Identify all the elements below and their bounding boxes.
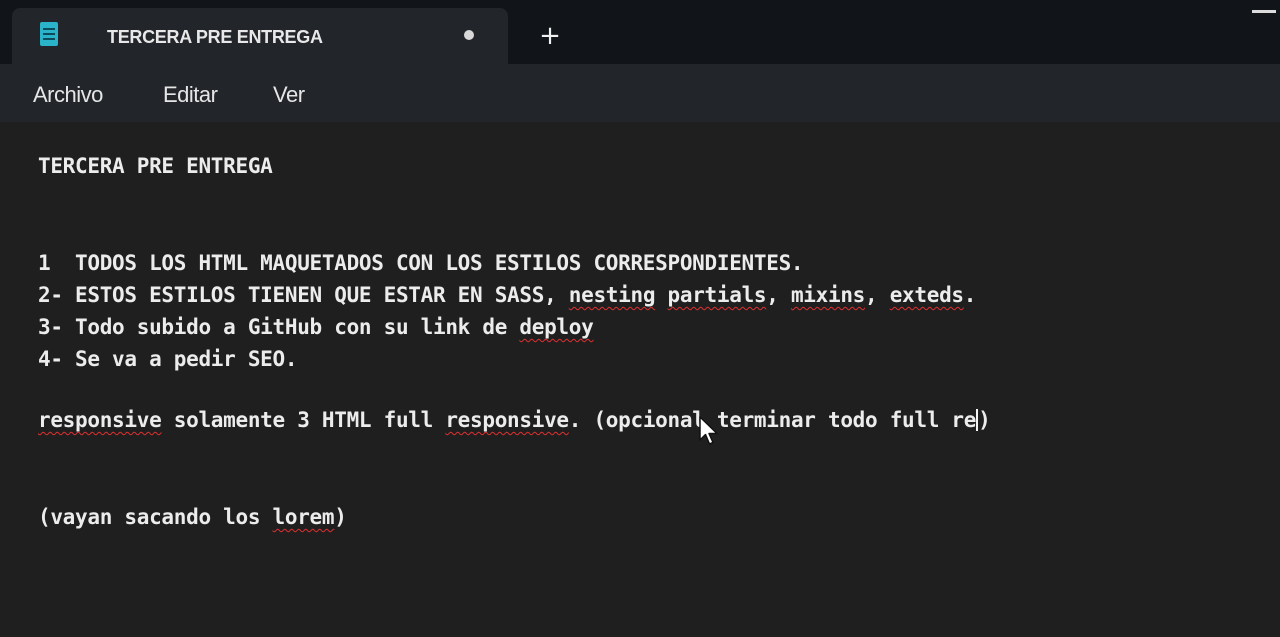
responsive-text-end: ) <box>978 408 991 432</box>
responsive-text: . (opcional terminar todo full re <box>568 408 977 432</box>
item2-space <box>655 283 667 307</box>
misspelled-nesting: nesting <box>568 283 656 307</box>
notepad-window: TERCERA PRE ENTREGA + Archivo Editar Ver… <box>0 0 1280 637</box>
minimize-icon[interactable] <box>1252 10 1276 13</box>
menu-editar[interactable]: Editar <box>163 82 218 108</box>
item2-comma: , <box>766 283 791 307</box>
menu-archivo[interactable]: Archivo <box>33 82 103 108</box>
text-editor[interactable]: TERCERA PRE ENTREGA 1 TODOS LOS HTML MAQ… <box>0 122 1280 637</box>
title-bar: TERCERA PRE ENTREGA + <box>0 0 1280 64</box>
misspelled-mixins: mixins <box>790 283 866 307</box>
misspelled-exteds: exteds <box>889 283 964 307</box>
item2-period: . <box>963 283 977 307</box>
line-responsive: responsive solamente 3 HTML full respons… <box>38 408 991 432</box>
misspelled-lorem: lorem <box>272 505 335 529</box>
line-item-3: 3- Todo subido a GitHub con su link de d… <box>38 315 594 339</box>
responsive-text: solamente 3 HTML full <box>161 408 446 432</box>
item2-comma: , <box>865 283 890 307</box>
tab-tercera-pre-entrega[interactable]: TERCERA PRE ENTREGA <box>12 8 508 64</box>
item2-text: 2- ESTOS ESTILOS TIENEN QUE ESTAR EN SAS… <box>38 283 569 307</box>
line-item-2: 2- ESTOS ESTILOS TIENEN QUE ESTAR EN SAS… <box>38 283 976 307</box>
item3-text: 3- Todo subido a GitHub con su link de <box>38 315 520 339</box>
tab-title: TERCERA PRE ENTREGA <box>107 27 323 47</box>
unsaved-indicator-icon[interactable] <box>464 30 474 40</box>
new-tab-button[interactable]: + <box>536 22 564 50</box>
misspelled-deploy: deploy <box>519 315 594 339</box>
line-item-4: 4- Se va a pedir SEO. <box>38 347 298 371</box>
notepad-icon <box>40 22 58 46</box>
menu-ver[interactable]: Ver <box>273 82 305 108</box>
line-item-1: 1 TODOS LOS HTML MAQUETADOS CON LOS ESTI… <box>38 251 804 275</box>
misspelled-partials: partials <box>667 283 767 307</box>
menu-bar: Archivo Editar Ver <box>0 64 1280 122</box>
vayan-text-end: ) <box>334 505 347 529</box>
vayan-text: (vayan sacando los <box>38 505 273 529</box>
misspelled-responsive: responsive <box>445 408 569 432</box>
line-title: TERCERA PRE ENTREGA <box>38 154 273 178</box>
misspelled-responsive: responsive <box>38 408 162 432</box>
line-vayan: (vayan sacando los lorem) <box>38 505 347 529</box>
